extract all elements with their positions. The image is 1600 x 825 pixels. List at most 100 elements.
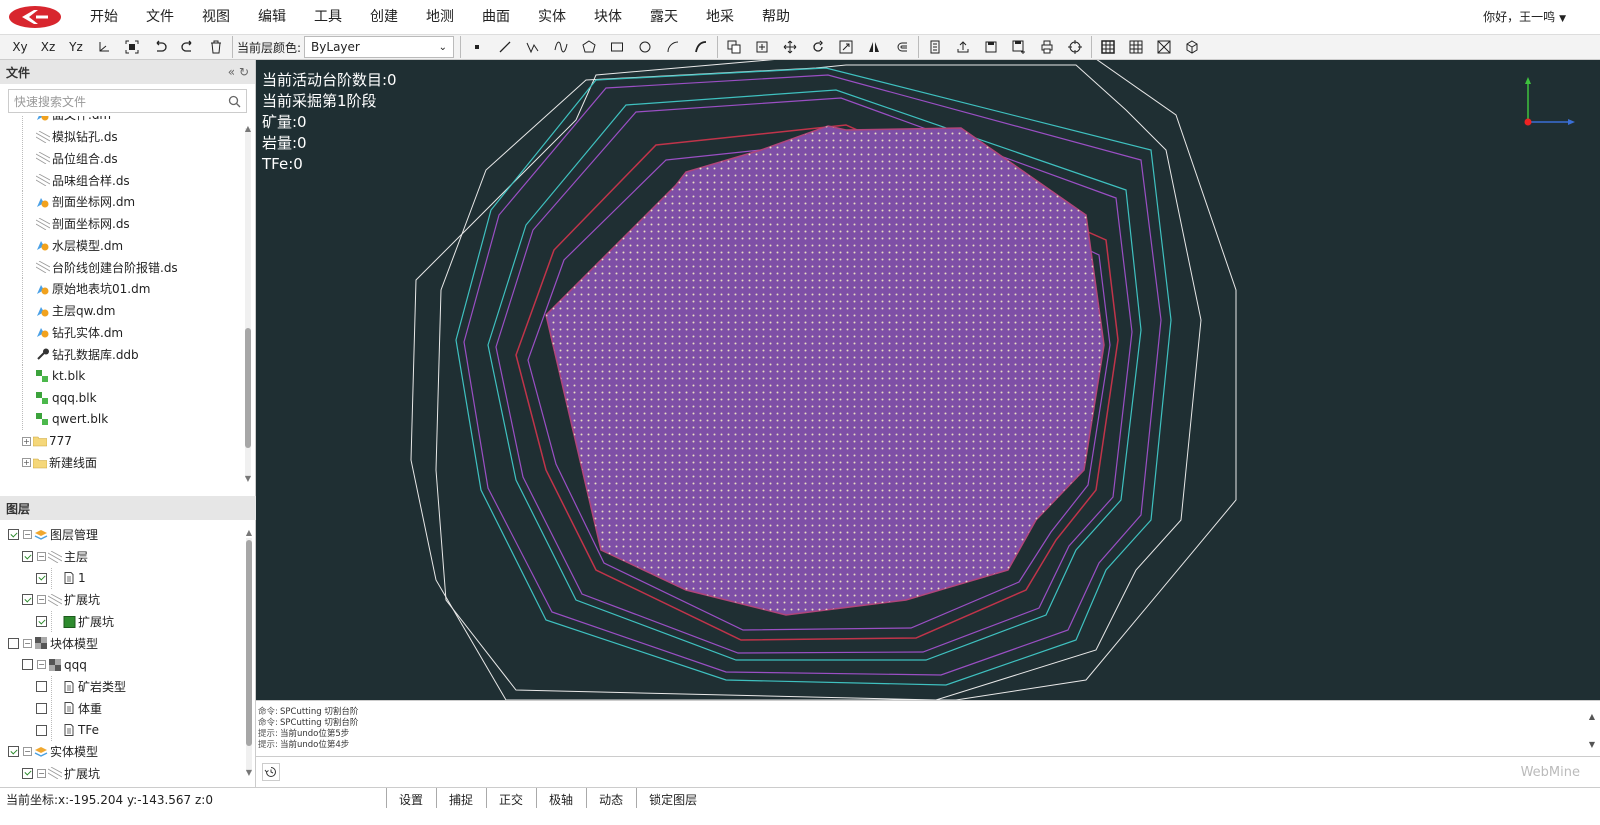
paste-icon[interactable] bbox=[748, 36, 776, 58]
properties-icon[interactable] bbox=[921, 36, 949, 58]
3d-viewport[interactable]: 当前活动台阶数目:0 当前采掘第1阶段 矿量:0 岩量:0 TFe:0 bbox=[256, 60, 1600, 700]
file-item[interactable]: 台阶线创建台阶报错.ds bbox=[0, 256, 244, 278]
file-item[interactable]: +777 bbox=[0, 430, 244, 452]
menu-item[interactable]: 视图 bbox=[188, 0, 244, 34]
layer-item[interactable]: − 实体模型 bbox=[0, 741, 244, 763]
grid-icon[interactable] bbox=[1122, 36, 1150, 58]
menu-item[interactable]: 曲面 bbox=[468, 0, 524, 34]
collapse-icon[interactable]: − bbox=[23, 530, 32, 540]
layer-checkbox[interactable] bbox=[36, 572, 47, 584]
status-toggle-button[interactable]: 动态 bbox=[586, 788, 637, 808]
pit-drawing[interactable] bbox=[256, 60, 1600, 700]
layer-item[interactable]: TFe bbox=[0, 719, 244, 741]
file-item[interactable]: 钻孔实体.dm bbox=[0, 321, 244, 344]
layer-checkbox[interactable] bbox=[36, 681, 47, 693]
target-icon[interactable] bbox=[1061, 36, 1089, 58]
file-item[interactable]: 剖面坐标网.dm bbox=[0, 191, 244, 213]
file-item[interactable]: 模拟钻孔.ds bbox=[0, 126, 244, 148]
layer-item[interactable]: − qqq bbox=[0, 654, 244, 676]
scroll-down-icon[interactable]: ▼ bbox=[242, 474, 254, 483]
layer-item[interactable]: 1 bbox=[0, 567, 244, 589]
view-xy-button[interactable]: Xy bbox=[6, 36, 34, 58]
menu-item[interactable]: 露天 bbox=[636, 0, 692, 34]
mirror-icon[interactable] bbox=[860, 36, 888, 58]
file-item[interactable]: 水层模型.dm bbox=[0, 234, 244, 257]
status-toggle-button[interactable]: 极轴 bbox=[536, 788, 587, 808]
collapse-icon[interactable]: − bbox=[37, 552, 46, 562]
search-icon[interactable] bbox=[228, 95, 241, 108]
collapse-icon[interactable]: − bbox=[37, 660, 46, 670]
polyline-icon[interactable] bbox=[519, 36, 547, 58]
expand-icon[interactable]: + bbox=[22, 436, 31, 446]
layer-checkbox[interactable] bbox=[36, 724, 47, 736]
file-item[interactable]: kt.blk bbox=[0, 365, 244, 387]
rotate-icon[interactable] bbox=[804, 36, 832, 58]
menu-item[interactable]: 地测 bbox=[412, 0, 468, 34]
status-toggle-button[interactable]: 设置 bbox=[386, 788, 437, 808]
upload-icon[interactable] bbox=[949, 36, 977, 58]
layer-item[interactable]: 矿岩类型 bbox=[0, 676, 244, 698]
layer-checkbox[interactable] bbox=[22, 594, 33, 606]
curve-icon[interactable] bbox=[547, 36, 575, 58]
scroll-up-icon[interactable]: ▲ bbox=[243, 528, 255, 537]
layer-checkbox[interactable] bbox=[22, 767, 33, 779]
layer-checkbox[interactable] bbox=[36, 702, 47, 714]
layer-scroll-thumb[interactable] bbox=[246, 540, 252, 746]
scroll-up-icon[interactable]: ▲ bbox=[1586, 712, 1598, 721]
axis-view-icon[interactable] bbox=[90, 36, 118, 58]
status-toggle-button[interactable]: 正交 bbox=[486, 788, 537, 808]
rectangle-icon[interactable] bbox=[603, 36, 631, 58]
layer-item[interactable]: 扩展坑 bbox=[0, 611, 244, 633]
collapse-icon[interactable]: « bbox=[228, 65, 235, 79]
layer-item[interactable]: − 主层 bbox=[0, 546, 244, 568]
caret-down-icon[interactable]: ▼ bbox=[1559, 14, 1566, 24]
print-icon[interactable] bbox=[1033, 36, 1061, 58]
cube-icon[interactable] bbox=[1178, 36, 1206, 58]
save-icon[interactable] bbox=[977, 36, 1005, 58]
undo-icon[interactable] bbox=[146, 36, 174, 58]
expand-icon[interactable]: + bbox=[22, 458, 31, 468]
layer-item[interactable]: − 块体模型 bbox=[0, 632, 244, 654]
file-item[interactable]: 剖面坐标网.ds bbox=[0, 213, 244, 235]
app-logo[interactable] bbox=[8, 5, 62, 29]
collapse-icon[interactable]: − bbox=[37, 768, 46, 778]
copy-icon[interactable] bbox=[720, 36, 748, 58]
point-icon[interactable] bbox=[463, 36, 491, 58]
collapse-icon[interactable]: − bbox=[23, 747, 32, 757]
menu-item[interactable]: 帮助 bbox=[748, 0, 804, 34]
layer-color-select[interactable]: ByLayer ⌄ bbox=[304, 36, 455, 58]
file-item[interactable]: qwert.blk bbox=[0, 408, 244, 431]
history-icon[interactable] bbox=[262, 763, 280, 781]
delete-icon[interactable] bbox=[202, 36, 230, 58]
file-item[interactable]: 原始地表坑01.dm bbox=[0, 278, 244, 300]
menu-item[interactable]: 实体 bbox=[524, 0, 580, 34]
menu-item[interactable]: 文件 bbox=[132, 0, 188, 34]
file-search-input[interactable]: 快速搜索文件 bbox=[8, 89, 247, 113]
status-toggle-button[interactable]: 捕捉 bbox=[436, 788, 487, 808]
layer-item[interactable]: − 扩展坑 bbox=[0, 589, 244, 611]
spline-icon[interactable] bbox=[687, 36, 715, 58]
menu-item[interactable]: 开始 bbox=[76, 0, 132, 34]
layer-scrollbar[interactable] bbox=[246, 538, 252, 772]
layer-checkbox[interactable] bbox=[22, 551, 33, 563]
grid-bold-icon[interactable] bbox=[1094, 36, 1122, 58]
save-as-icon[interactable] bbox=[1005, 36, 1033, 58]
collapse-icon[interactable]: − bbox=[37, 595, 46, 605]
layer-checkbox[interactable] bbox=[36, 616, 47, 628]
wireframe-icon[interactable] bbox=[1150, 36, 1178, 58]
layer-item[interactable]: 体重 bbox=[0, 697, 244, 720]
scale-icon[interactable] bbox=[832, 36, 860, 58]
menu-item[interactable]: 创建 bbox=[356, 0, 412, 34]
view-yz-button[interactable]: Yz bbox=[62, 36, 90, 58]
file-scroll-thumb[interactable] bbox=[245, 328, 251, 448]
scroll-down-icon[interactable]: ▼ bbox=[1586, 740, 1598, 749]
layer-item[interactable]: − 扩展坑 bbox=[0, 763, 244, 785]
file-item[interactable]: 钻孔数据库.ddb bbox=[0, 343, 244, 365]
scroll-down-icon[interactable]: ▼ bbox=[243, 768, 255, 777]
file-scrollbar[interactable] bbox=[245, 128, 251, 478]
layer-item[interactable]: − 图层管理 bbox=[0, 524, 244, 546]
line-icon[interactable] bbox=[491, 36, 519, 58]
polygon-icon[interactable] bbox=[575, 36, 603, 58]
user-name[interactable]: 你好，王一鸣 bbox=[1483, 10, 1555, 24]
layer-checkbox[interactable] bbox=[8, 637, 19, 649]
